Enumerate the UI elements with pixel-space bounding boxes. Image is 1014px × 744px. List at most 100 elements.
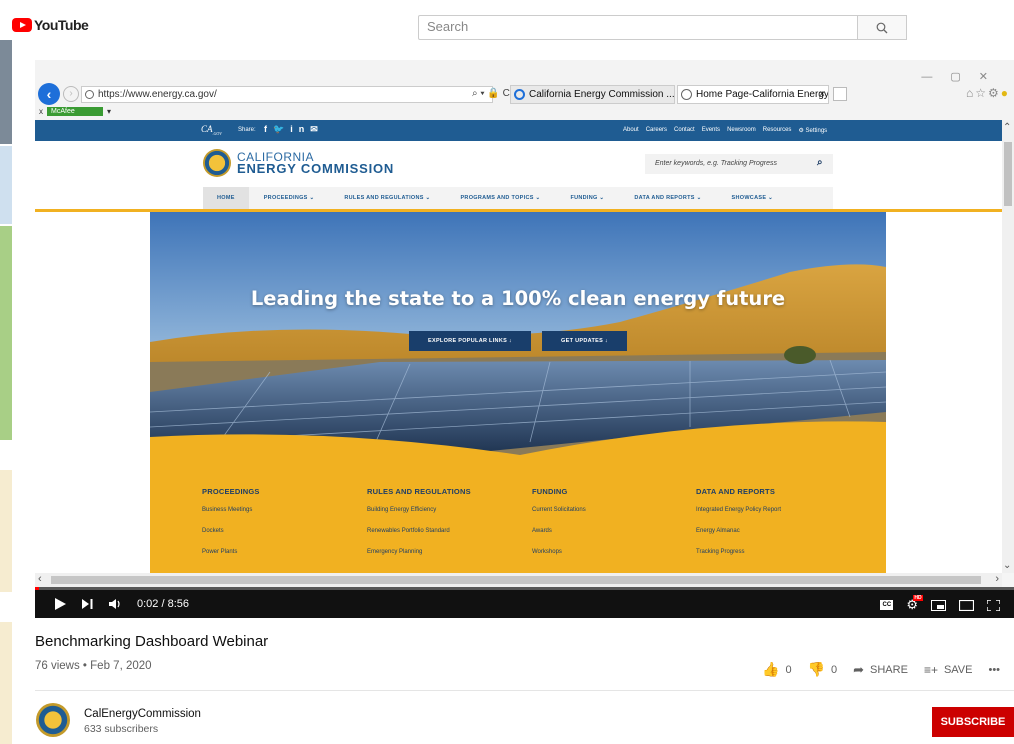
nav-showcase[interactable]: SHOWCASE ⌄ — [717, 187, 789, 209]
utility-link[interactable]: About — [623, 127, 639, 134]
like-count: 0 — [785, 663, 792, 676]
site-page: CALIFORNIA ENERGY COMMISSION Enter keywo… — [35, 141, 1002, 573]
settings-link[interactable]: ⚙ Settings — [798, 127, 827, 134]
youtube-masthead: YouTube Search — [0, 0, 1014, 50]
address-bar-icons[interactable]: ⌕ ▾ 🔒 C — [472, 88, 510, 99]
explore-popular-links-button[interactable]: EXPLORE POPULAR LINKS ↓ — [409, 331, 531, 351]
player-controls: 0:02 / 8:56 CC ⚙ HD — [35, 587, 1014, 618]
scroll-right-icon[interactable]: › — [995, 573, 999, 585]
subscribe-button[interactable]: SUBSCRIBE — [932, 707, 1014, 737]
utility-link[interactable]: Newsroom — [727, 127, 756, 134]
browser-chrome: ‹ › https://www.energy.ca.gov/ ⌕ ▾ 🔒 C C… — [35, 60, 1014, 120]
back-arrow-icon[interactable]: ‹ — [38, 83, 60, 105]
get-updates-button[interactable]: GET UPDATES ↓ — [542, 331, 627, 351]
site-tab-icon — [681, 89, 692, 100]
share-label: SHARE — [870, 663, 908, 676]
progress-bar[interactable] — [35, 587, 1014, 590]
nav-proceedings[interactable]: PROCEEDINGS ⌄ — [249, 187, 330, 209]
social-icons[interactable]: f🐦in✉ — [264, 124, 324, 135]
thumbs-down-icon: 👎 — [807, 661, 825, 677]
utility-link[interactable]: Events — [702, 127, 720, 134]
utility-link[interactable]: Careers — [646, 127, 667, 134]
quick-link[interactable]: Awards — [532, 528, 586, 534]
quick-link[interactable]: Renewables Portfolio Standard — [367, 528, 471, 534]
miniplayer-icon[interactable] — [931, 599, 946, 611]
column-heading: DATA AND REPORTS — [696, 487, 776, 496]
browser-tab-1[interactable]: California Energy Commission ... — [510, 85, 675, 104]
links-column-rules: RULES AND REGULATIONS Building Energy Ef… — [367, 487, 471, 570]
vertical-scrollbar[interactable]: ⌃ ⌄ — [1002, 120, 1014, 573]
utility-link[interactable]: Resources — [763, 127, 792, 134]
fullscreen-icon[interactable] — [987, 599, 1000, 611]
quick-link[interactable]: Energy Almanac — [696, 528, 781, 534]
site-search-input[interactable]: Enter keywords, e.g. Tracking Progress — [645, 154, 833, 174]
links-column-data: DATA AND REPORTS Integrated Energy Polic… — [696, 487, 781, 570]
quick-link[interactable]: Power Plants — [202, 549, 260, 555]
channel-avatar[interactable] — [36, 703, 70, 737]
progress-played — [35, 587, 39, 590]
utility-link[interactable]: Contact — [674, 127, 695, 134]
cec-logo[interactable]: CALIFORNIA ENERGY COMMISSION — [203, 149, 394, 177]
quick-link[interactable]: Building Energy Efficiency — [367, 507, 471, 513]
mcafee-label: McAfee — [47, 107, 103, 116]
horizontal-scrollbar[interactable]: ‹ › — [35, 573, 1002, 587]
next-icon[interactable] — [82, 599, 93, 609]
dislike-button[interactable]: 👎 0 — [808, 661, 838, 678]
scroll-thumb[interactable] — [1004, 142, 1012, 206]
scroll-up-icon[interactable]: ⌃ — [1003, 122, 1011, 133]
quick-link[interactable]: Tracking Progress — [696, 549, 781, 555]
youtube-logo[interactable]: YouTube — [12, 17, 89, 33]
search-button[interactable] — [858, 15, 907, 40]
side-strip-cream-2 — [0, 622, 12, 744]
theater-mode-icon[interactable] — [959, 599, 974, 611]
scroll-thumb[interactable] — [51, 576, 981, 584]
youtube-logo-text: YouTube — [34, 17, 89, 33]
quick-link[interactable]: Business Meetings — [202, 507, 260, 513]
side-strip-lightblue — [0, 146, 12, 224]
browser-tab-2[interactable]: Home Page-California Energy... × — [677, 85, 829, 104]
divider — [35, 690, 1014, 691]
forward-arrow-icon[interactable]: › — [63, 86, 79, 102]
nav-programs-and-topics[interactable]: PROGRAMS AND TOPICS ⌄ — [445, 187, 555, 209]
site-search-icon[interactable]: ⌕ — [817, 157, 823, 168]
loading-tab-icon — [514, 89, 525, 100]
play-icon[interactable] — [55, 598, 66, 610]
quick-link[interactable]: Workshops — [532, 549, 586, 555]
cec-seal-icon — [203, 149, 231, 177]
address-url: https://www.energy.ca.gov/ — [98, 89, 217, 100]
quick-link[interactable]: Emergency Planning — [367, 549, 471, 555]
ca-gov-logo[interactable]: CA.GOV — [201, 124, 222, 136]
video-meta: 76 views • Feb 7, 2020 — [35, 660, 152, 672]
side-strip-green — [0, 226, 12, 440]
address-bar[interactable]: https://www.energy.ca.gov/ — [81, 86, 493, 103]
window-controls[interactable]: —▢✕ — [921, 70, 1006, 83]
quick-link[interactable]: Current Solicitations — [532, 507, 586, 513]
chevron-down-icon[interactable]: ▾ — [107, 107, 111, 116]
nav-home[interactable]: HOME — [203, 187, 249, 209]
browser-toolbar-icons[interactable]: ⌂☆⚙● — [966, 86, 1010, 100]
new-tab-button[interactable] — [833, 87, 847, 101]
captions-icon[interactable]: CC — [880, 600, 894, 610]
channel-name[interactable]: CalEnergyCommission — [84, 708, 201, 720]
time-display: 0:02 / 8:56 — [137, 598, 189, 610]
site-utility-bar: CA.GOV Share: f🐦in✉ About Careers Contac… — [35, 120, 1002, 141]
volume-icon[interactable] — [109, 599, 121, 609]
quick-link[interactable]: Dockets — [202, 528, 260, 534]
toolbar-close[interactable]: x — [39, 107, 43, 116]
utility-links[interactable]: About Careers Contact Events Newsroom Re… — [623, 127, 827, 134]
quick-link[interactable]: Integrated Energy Policy Report — [696, 507, 781, 513]
scroll-down-icon[interactable]: ⌄ — [1003, 560, 1011, 571]
settings-gear-icon[interactable]: ⚙ HD — [906, 595, 923, 613]
video-player[interactable]: ‹ › https://www.energy.ca.gov/ ⌕ ▾ 🔒 C C… — [35, 60, 1014, 618]
close-tab-icon[interactable]: × — [819, 86, 825, 103]
nav-rules-and-regulations[interactable]: RULES AND REGULATIONS ⌄ — [329, 187, 445, 209]
nav-data-and-reports[interactable]: DATA AND REPORTS ⌄ — [619, 187, 716, 209]
save-button[interactable]: ≡+ SAVE — [924, 663, 973, 677]
search-input[interactable]: Search — [418, 15, 858, 40]
share-button[interactable]: ➦ SHARE — [853, 662, 908, 678]
mcafee-toolbar[interactable]: x McAfee ▾ — [39, 107, 111, 116]
like-button[interactable]: 👍 0 — [762, 661, 792, 678]
nav-funding[interactable]: FUNDING ⌄ — [555, 187, 619, 209]
scroll-left-icon[interactable]: ‹ — [38, 573, 42, 585]
more-actions-icon[interactable]: ••• — [988, 664, 1000, 676]
